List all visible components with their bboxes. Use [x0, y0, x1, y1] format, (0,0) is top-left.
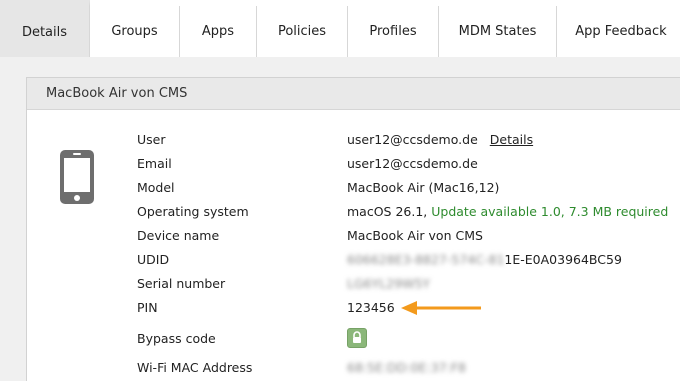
- pin-value: 123456: [347, 300, 395, 315]
- tab-details[interactable]: Details: [0, 0, 90, 58]
- lock-icon: [353, 331, 361, 343]
- pin-label: PIN: [137, 300, 158, 315]
- tab-mdm-states[interactable]: MDM States: [439, 6, 557, 57]
- wifi-value: 68:5E:DD:0E:37:F8: [347, 358, 466, 378]
- detail-row-serial: Serial number LG6YL29W5Y: [27, 274, 680, 294]
- tab-profiles[interactable]: Profiles: [348, 6, 439, 57]
- serial-blurred: LG6YL29W5Y: [347, 276, 431, 291]
- udid-visible-part: 1E-E0A03964BC59: [504, 252, 622, 267]
- os-value: macOS 26.1, Update available 1.0, 7.3 MB…: [347, 202, 668, 222]
- detail-row-udid: UDID 606628E3-8827-574C-811E-E0A03964BC5…: [27, 250, 680, 270]
- serial-label: Serial number: [137, 276, 226, 291]
- tab-app-feedback[interactable]: App Feedback: [557, 6, 680, 57]
- content-area: MacBook Air von CMS User user12@ccsdemo.…: [0, 57, 680, 381]
- detail-row-wifi: Wi-Fi MAC Address 68:5E:DD:0E:37:F8: [27, 358, 680, 378]
- device-name-label: Device name: [137, 228, 220, 243]
- detail-row-user: User user12@ccsdemo.de Details: [27, 130, 680, 150]
- detail-row-email: Email user12@ccsdemo.de: [27, 154, 680, 174]
- email-label: Email: [137, 156, 172, 171]
- bypass-label: Bypass code: [137, 331, 216, 346]
- detail-row-model: Model MacBook Air (Mac16,12): [27, 178, 680, 198]
- detail-row-device-name: Device name MacBook Air von CMS: [27, 226, 680, 246]
- tab-apps[interactable]: Apps: [180, 6, 257, 57]
- tab-groups[interactable]: Groups: [90, 6, 180, 57]
- user-details-link[interactable]: Details: [490, 132, 533, 147]
- udid-value: 606628E3-8827-574C-811E-E0A03964BC59: [347, 250, 622, 270]
- model-label: Model: [137, 180, 175, 195]
- arrow-left-icon: [401, 301, 481, 315]
- user-email: user12@ccsdemo.de: [347, 132, 478, 147]
- panel-title: MacBook Air von CMS: [27, 78, 680, 110]
- tab-policies[interactable]: Policies: [257, 6, 348, 57]
- device-name-value: MacBook Air von CMS: [347, 228, 483, 243]
- detail-row-os: Operating system macOS 26.1, Update avai…: [27, 202, 680, 222]
- wifi-blurred: 68:5E:DD:0E:37:F8: [347, 360, 466, 375]
- serial-value: LG6YL29W5Y: [347, 274, 430, 294]
- model-value: MacBook Air (Mac16,12): [347, 180, 500, 195]
- os-version: macOS 26.1,: [347, 204, 428, 219]
- udid-label: UDID: [137, 252, 170, 267]
- bypass-code-button[interactable]: [347, 328, 367, 348]
- email-value: user12@ccsdemo.de: [347, 156, 478, 171]
- wifi-label: Wi-Fi MAC Address: [137, 360, 253, 375]
- detail-row-bypass: Bypass code: [27, 328, 680, 349]
- device-details-panel: MacBook Air von CMS User user12@ccsdemo.…: [26, 77, 680, 381]
- user-value: user12@ccsdemo.de Details: [347, 130, 533, 150]
- tab-bar: Details Groups Apps Policies Profiles MD…: [0, 0, 680, 58]
- udid-blurred-part: 606628E3-8827-574C-81: [347, 252, 505, 267]
- os-update-notice: Update available 1.0, 7.3 MB required: [431, 204, 669, 219]
- detail-row-pin: PIN 123456: [27, 298, 680, 318]
- os-label: Operating system: [137, 204, 249, 219]
- user-label: User: [137, 132, 166, 147]
